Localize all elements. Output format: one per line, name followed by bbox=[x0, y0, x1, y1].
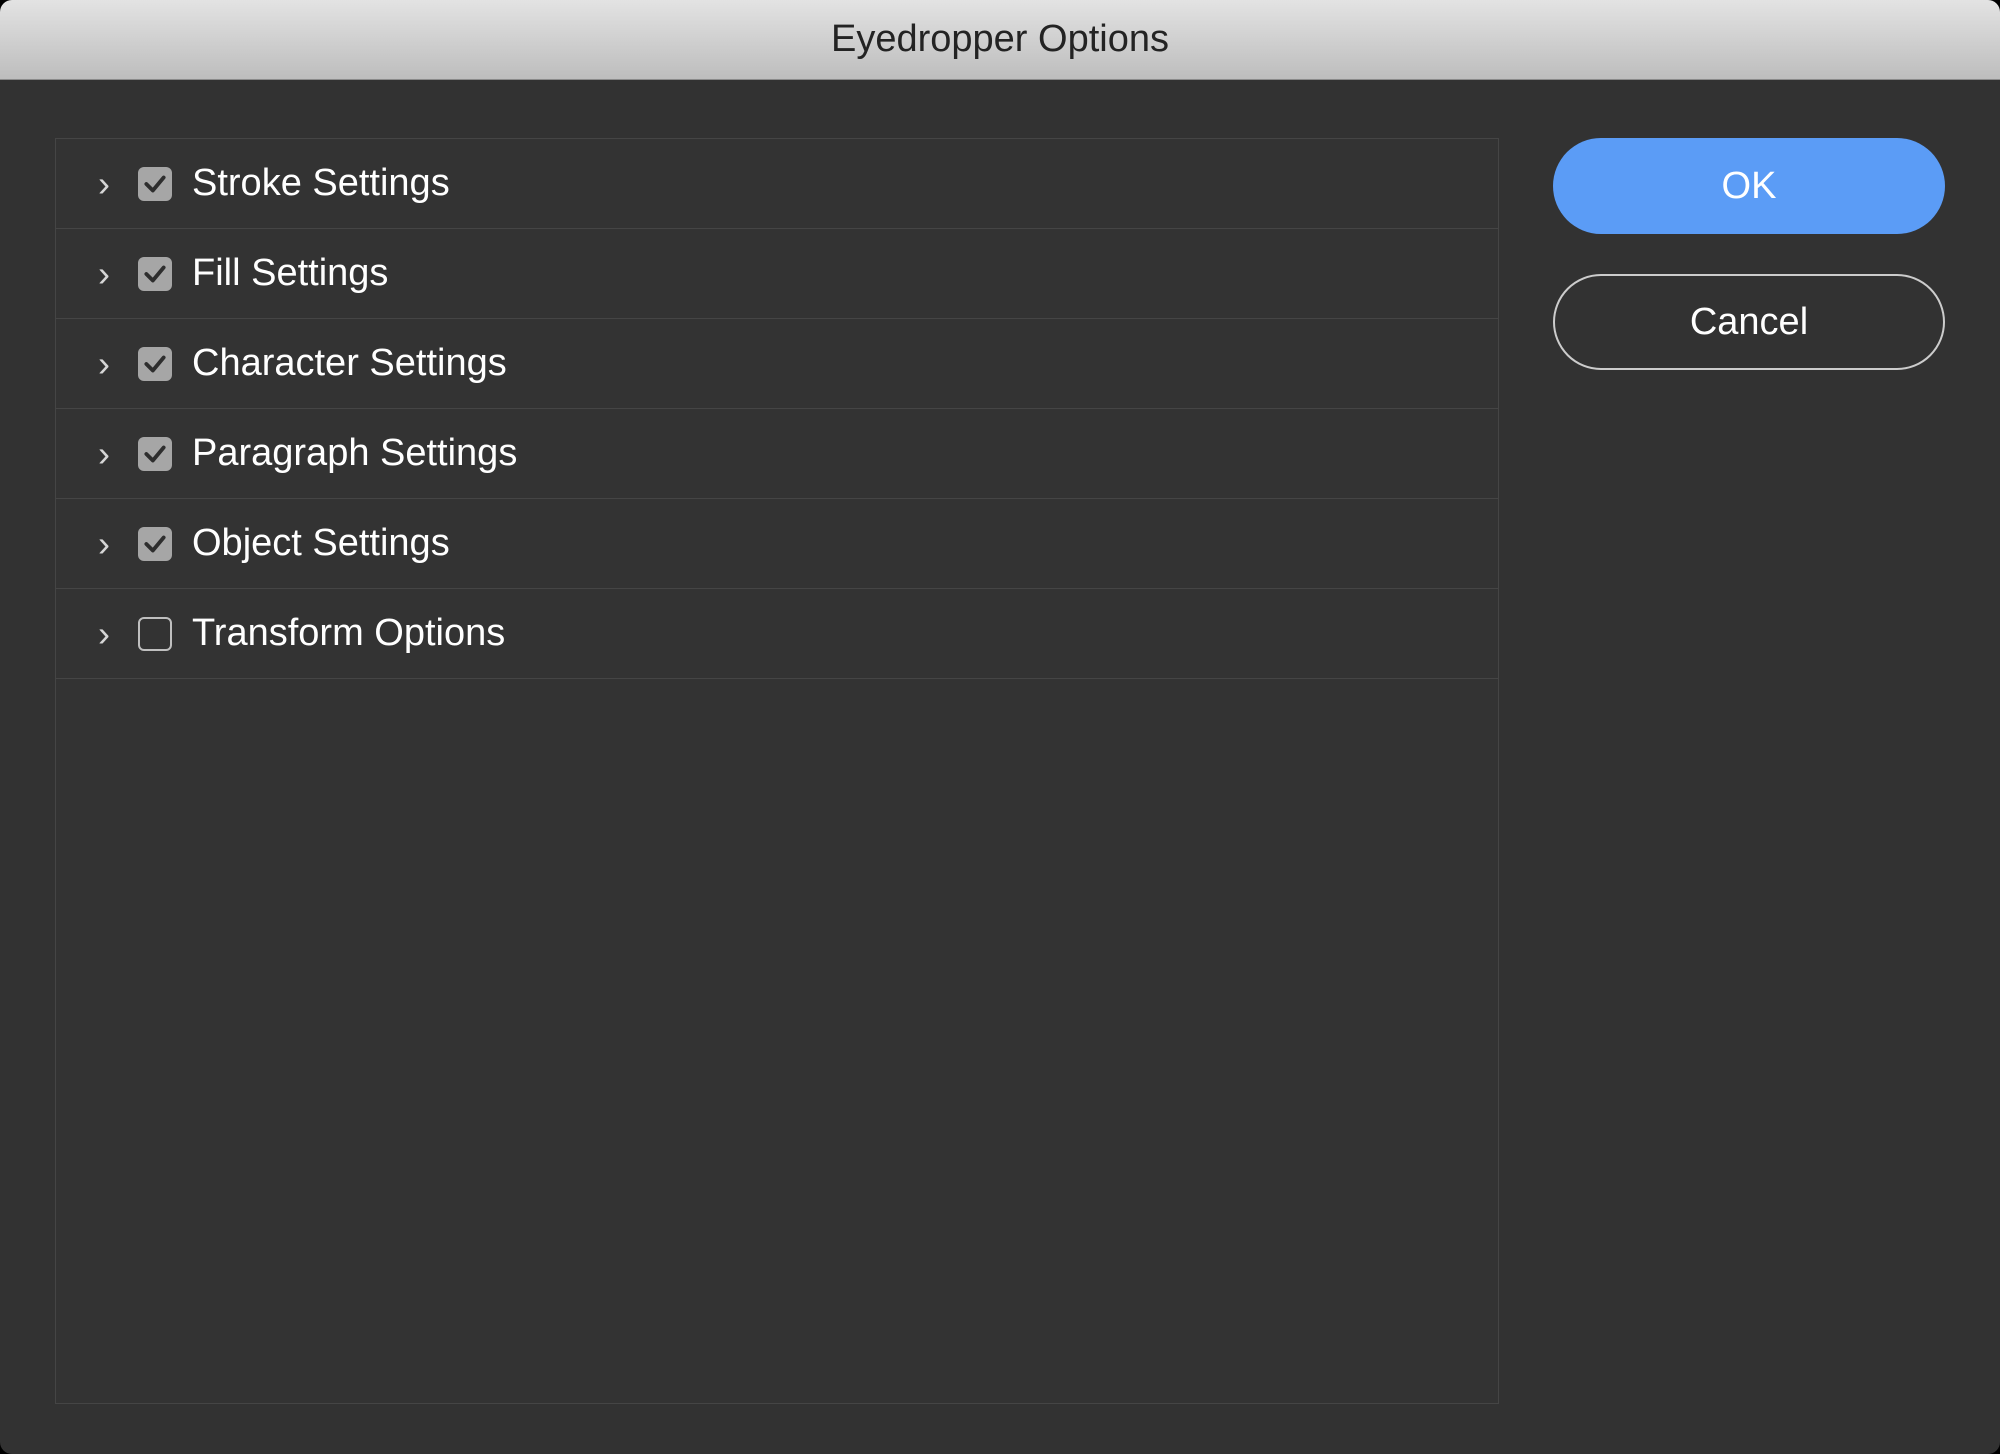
button-column: OK Cancel bbox=[1553, 138, 1945, 1404]
checkbox-transform-options[interactable] bbox=[138, 617, 172, 651]
dialog-window: Eyedropper Options › Stroke Settings › F… bbox=[0, 0, 2000, 1454]
option-fill-settings[interactable]: › Fill Settings bbox=[56, 229, 1498, 319]
cancel-button[interactable]: Cancel bbox=[1553, 274, 1945, 370]
options-panel: › Stroke Settings › Fill Settings › Char… bbox=[55, 138, 1499, 1404]
cancel-button-label: Cancel bbox=[1690, 301, 1808, 344]
chevron-right-icon[interactable]: › bbox=[90, 260, 118, 288]
chevron-right-icon[interactable]: › bbox=[90, 530, 118, 558]
option-object-settings[interactable]: › Object Settings bbox=[56, 499, 1498, 589]
titlebar: Eyedropper Options bbox=[0, 0, 2000, 80]
checkbox-fill-settings[interactable] bbox=[138, 257, 172, 291]
option-transform-options[interactable]: › Transform Options bbox=[56, 589, 1498, 679]
option-label: Object Settings bbox=[192, 522, 450, 565]
option-label: Transform Options bbox=[192, 612, 505, 655]
option-label: Stroke Settings bbox=[192, 162, 450, 205]
dialog-title: Eyedropper Options bbox=[831, 18, 1169, 61]
checkbox-paragraph-settings[interactable] bbox=[138, 437, 172, 471]
checkbox-object-settings[interactable] bbox=[138, 527, 172, 561]
option-stroke-settings[interactable]: › Stroke Settings bbox=[56, 139, 1498, 229]
ok-button[interactable]: OK bbox=[1553, 138, 1945, 234]
option-label: Character Settings bbox=[192, 342, 507, 385]
option-paragraph-settings[interactable]: › Paragraph Settings bbox=[56, 409, 1498, 499]
chevron-right-icon[interactable]: › bbox=[90, 620, 118, 648]
checkbox-character-settings[interactable] bbox=[138, 347, 172, 381]
chevron-right-icon[interactable]: › bbox=[90, 440, 118, 468]
option-label: Paragraph Settings bbox=[192, 432, 517, 475]
option-character-settings[interactable]: › Character Settings bbox=[56, 319, 1498, 409]
chevron-right-icon[interactable]: › bbox=[90, 170, 118, 198]
dialog-content: › Stroke Settings › Fill Settings › Char… bbox=[0, 80, 2000, 1454]
option-label: Fill Settings bbox=[192, 252, 388, 295]
chevron-right-icon[interactable]: › bbox=[90, 350, 118, 378]
ok-button-label: OK bbox=[1722, 165, 1777, 208]
checkbox-stroke-settings[interactable] bbox=[138, 167, 172, 201]
